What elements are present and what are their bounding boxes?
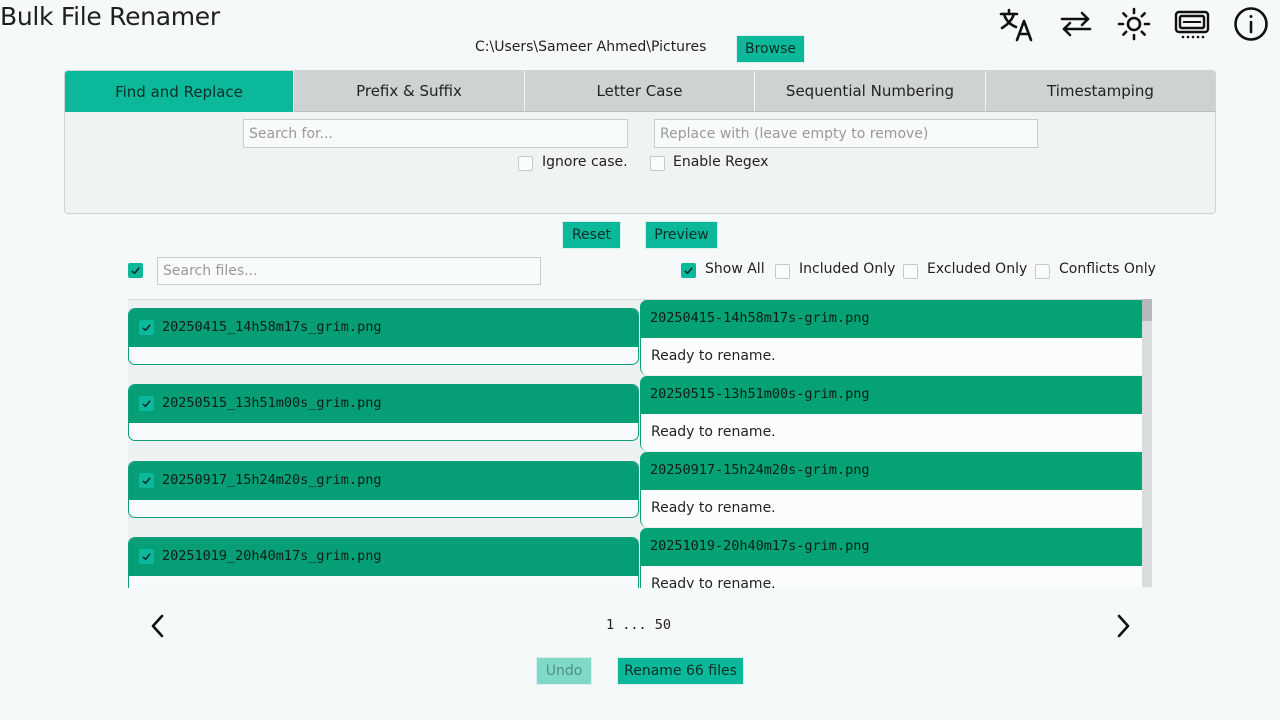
tab-prefix-suffix[interactable]: Prefix & Suffix — [294, 71, 525, 112]
file-search-placeholder: Search files... — [163, 263, 258, 279]
new-file-name: 20250415-14h58m17s-grim.png — [650, 310, 870, 326]
browse-button[interactable]: Browse — [736, 35, 805, 63]
excluded-only-checkbox[interactable] — [903, 264, 918, 279]
rename-status: Ready to rename. — [651, 576, 776, 588]
renamed-file-header: 20250415-14h58m17s-grim.png — [640, 300, 1142, 338]
window-mode-icon[interactable] — [1174, 6, 1210, 42]
file-list[interactable]: 20250415_14h58m17s_grim.png 20250415-14h… — [128, 299, 1152, 588]
checkmark-icon — [684, 267, 693, 275]
swap-icon[interactable] — [1058, 6, 1094, 42]
renamed-file-header: 20251019-20h40m17s-grim.png — [640, 528, 1142, 566]
file-include-checkbox[interactable] — [139, 320, 154, 335]
enable-regex-checkbox[interactable] — [650, 156, 665, 171]
reset-button[interactable]: Reset — [562, 221, 621, 249]
file-search-input[interactable]: Search files... — [157, 257, 541, 285]
rename-status: Ready to rename. — [651, 424, 776, 440]
conflicts-only-checkbox[interactable] — [1035, 264, 1050, 279]
file-include-checkbox[interactable] — [139, 549, 154, 564]
tab-find-and-replace[interactable]: Find and Replace — [65, 71, 294, 112]
included-only-label: Included Only — [799, 261, 896, 277]
new-file-name: 20250917-15h24m20s-grim.png — [650, 462, 870, 478]
checkmark-icon — [142, 553, 151, 561]
list-scrollbar-thumb[interactable] — [1142, 299, 1152, 321]
renamed-file-card: 20250515-13h51m00s-grim.png Ready to ren… — [640, 376, 1142, 452]
renamed-file-card: 20251019-20h40m17s-grim.png Ready to ren… — [640, 528, 1142, 588]
renamed-file-card: 20250415-14h58m17s-grim.png Ready to ren… — [640, 300, 1142, 376]
chevron-left-icon — [151, 614, 164, 638]
translate-icon[interactable] — [998, 6, 1034, 42]
original-file-name: 20251019_20h40m17s_grim.png — [162, 548, 382, 564]
original-file-name: 20250515_13h51m00s_grim.png — [162, 395, 382, 411]
page-indicator[interactable]: 1 ... 50 — [606, 617, 671, 633]
tab-sequential-numbering[interactable]: Sequential Numbering — [755, 71, 986, 112]
previous-page-button[interactable] — [148, 612, 168, 640]
new-file-name: 20251019-20h40m17s-grim.png — [650, 538, 870, 554]
renamed-file-header: 20250917-15h24m20s-grim.png — [640, 452, 1142, 490]
rename-status: Ready to rename. — [651, 348, 776, 364]
theme-sun-icon[interactable] — [1116, 6, 1152, 42]
ignore-case-label: Ignore case. — [542, 154, 628, 170]
info-icon[interactable] — [1233, 6, 1269, 42]
list-scrollbar[interactable] — [1142, 299, 1152, 587]
rename-status-area: Ready to rename. — [640, 338, 1142, 375]
original-file-card[interactable]: 20251019_20h40m17s_grim.png — [128, 537, 639, 588]
app-title: Bulk File Renamer — [0, 2, 220, 31]
included-only-checkbox[interactable] — [775, 264, 790, 279]
rename-status-area: Ready to rename. — [640, 490, 1142, 527]
rename-status-area: Ready to rename. — [640, 414, 1142, 451]
file-include-checkbox[interactable] — [139, 473, 154, 488]
checkmark-icon — [131, 267, 140, 275]
rename-status-area: Ready to rename. — [640, 566, 1142, 588]
preview-button[interactable]: Preview — [645, 221, 718, 249]
select-all-checkbox[interactable] — [128, 263, 143, 278]
replace-placeholder: Replace with (leave empty to remove) — [660, 125, 929, 142]
find-search-input[interactable]: Search for... — [243, 119, 628, 148]
conflicts-only-label: Conflicts Only — [1059, 261, 1156, 277]
show-all-label: Show All — [705, 261, 765, 277]
original-file-card[interactable]: 20250917_15h24m20s_grim.png — [128, 461, 639, 518]
next-page-button[interactable] — [1113, 612, 1133, 640]
new-file-name: 20250515-13h51m00s-grim.png — [650, 386, 870, 402]
rename-status: Ready to rename. — [651, 500, 776, 516]
show-all-checkbox[interactable] — [681, 263, 696, 278]
excluded-only-label: Excluded Only — [927, 261, 1028, 277]
ignore-case-checkbox[interactable] — [518, 156, 533, 171]
checkmark-icon — [142, 400, 151, 408]
undo-button[interactable]: Undo — [536, 657, 592, 685]
tab-letter-case[interactable]: Letter Case — [525, 71, 755, 112]
original-file-name: 20250415_14h58m17s_grim.png — [162, 319, 382, 335]
options-panel: Find and Replace Prefix & Suffix Letter … — [64, 70, 1216, 214]
original-file-card[interactable]: 20250515_13h51m00s_grim.png — [128, 384, 639, 441]
chevron-right-icon — [1117, 614, 1130, 638]
find-search-placeholder: Search for... — [249, 125, 333, 142]
replace-input[interactable]: Replace with (leave empty to remove) — [654, 119, 1038, 148]
renamed-file-card: 20250917-15h24m20s-grim.png Ready to ren… — [640, 452, 1142, 528]
file-include-checkbox[interactable] — [139, 396, 154, 411]
original-file-name: 20250917_15h24m20s_grim.png — [162, 472, 382, 488]
tab-bar: Find and Replace Prefix & Suffix Letter … — [65, 71, 1215, 112]
renamed-file-header: 20250515-13h51m00s-grim.png — [640, 376, 1142, 414]
tab-timestamping[interactable]: Timestamping — [986, 71, 1215, 112]
original-file-card[interactable]: 20250415_14h58m17s_grim.png — [128, 308, 639, 365]
enable-regex-label: Enable Regex — [673, 154, 769, 170]
checkmark-icon — [142, 324, 151, 332]
current-path: C:\Users\Sameer Ahmed\Pictures — [475, 39, 707, 55]
checkmark-icon — [142, 477, 151, 485]
rename-files-button[interactable]: Rename 66 files — [617, 657, 744, 685]
